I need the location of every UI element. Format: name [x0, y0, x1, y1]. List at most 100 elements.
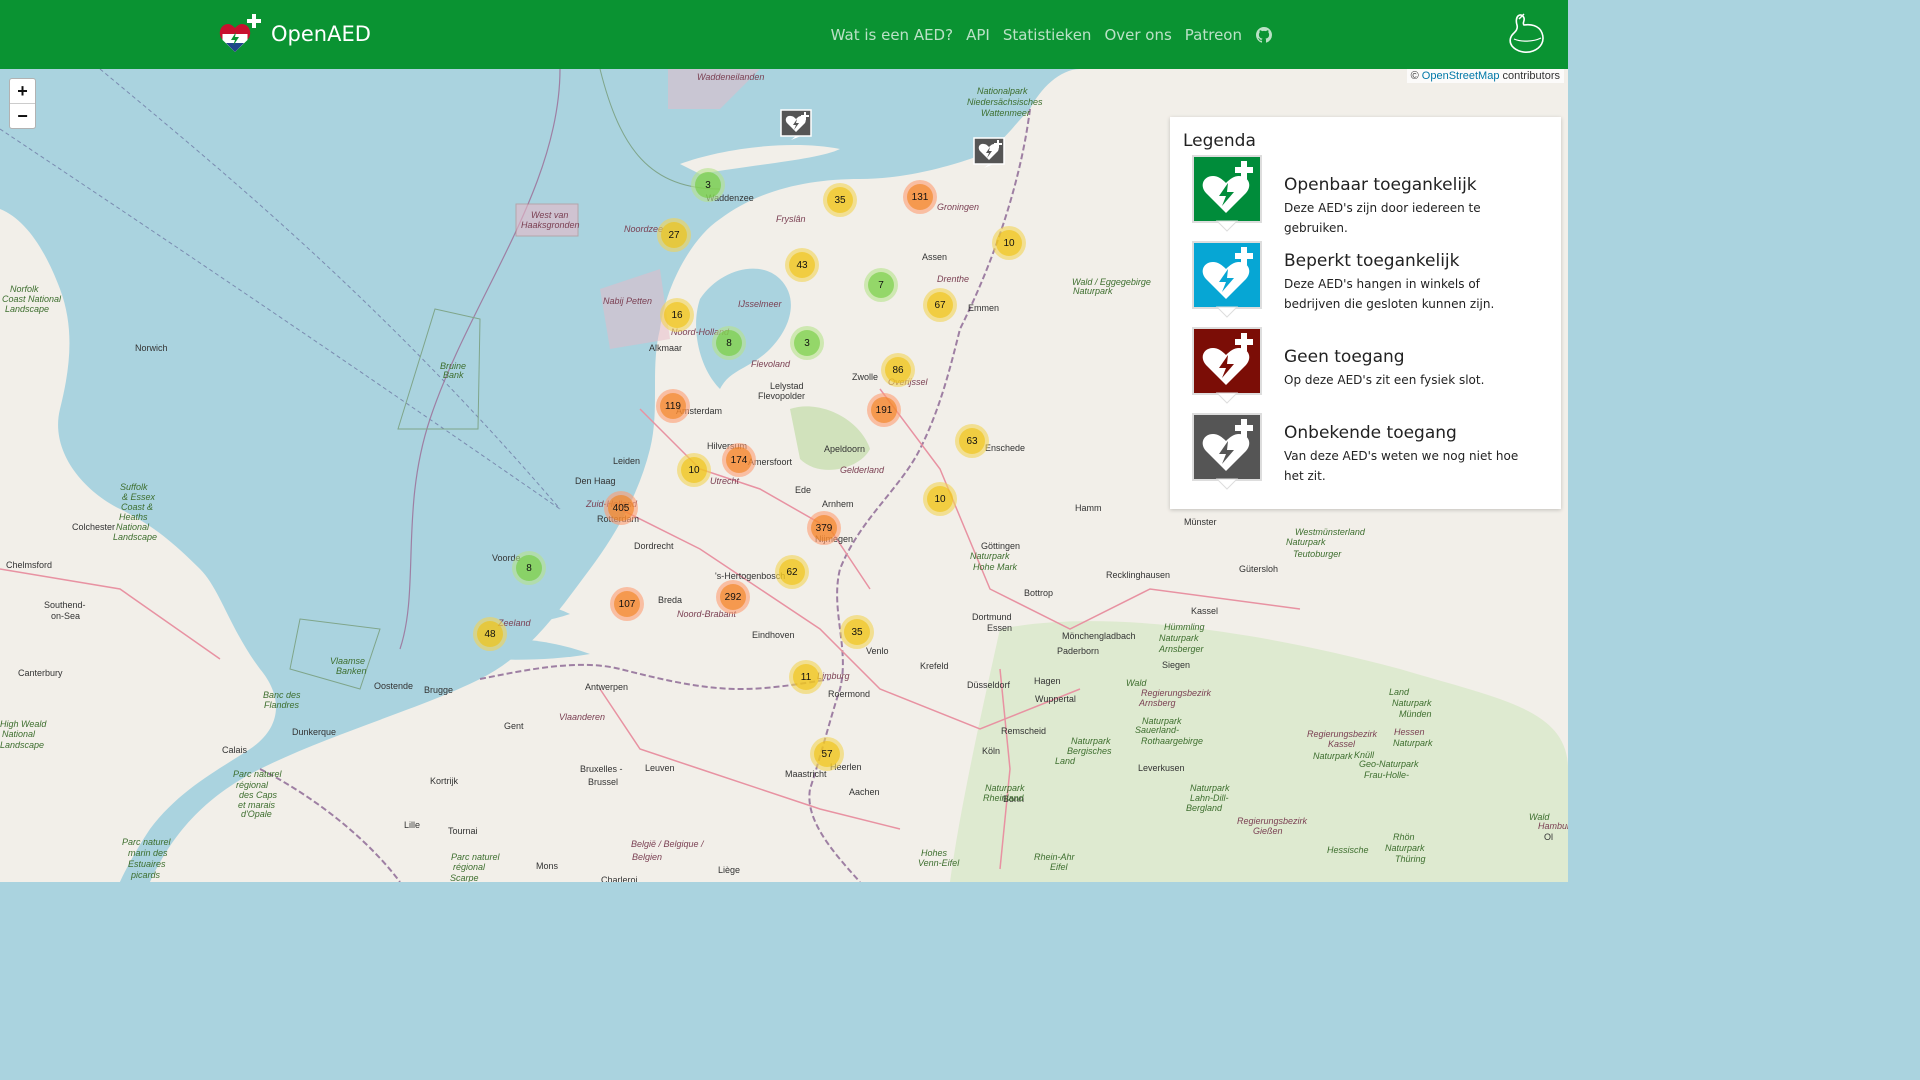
cluster-marker[interactable]: 63	[955, 424, 989, 458]
cluster-marker[interactable]: 7	[864, 268, 898, 302]
cluster-count: 16	[664, 302, 690, 328]
cluster-marker[interactable]: 43	[785, 248, 819, 282]
cluster-count: 10	[681, 457, 707, 483]
brand[interactable]: OpenAED	[218, 12, 371, 56]
cluster-marker[interactable]: 107	[610, 587, 644, 621]
cluster-marker[interactable]: 174	[722, 443, 756, 477]
cluster-count: 62	[779, 559, 805, 585]
cluster-marker[interactable]: 131	[903, 180, 937, 214]
cluster-marker[interactable]: 11	[789, 660, 823, 694]
place-label: Eifel	[1050, 862, 1068, 872]
cluster-count: 43	[789, 252, 815, 278]
cluster-marker[interactable]: 3	[691, 168, 725, 202]
cluster-marker[interactable]: 57	[810, 737, 844, 771]
cluster-count: 86	[885, 357, 911, 383]
cluster-count: 131	[907, 184, 933, 210]
nav-link-api[interactable]: API	[966, 26, 990, 44]
cluster-marker[interactable]: 67	[923, 288, 957, 322]
place-label: Geo-Naturpark	[1359, 759, 1419, 769]
nav-link-statistieken[interactable]: Statistieken	[1003, 26, 1092, 44]
map[interactable]: © OpenStreetMap contributors + − Waddene…	[0, 69, 1568, 882]
place-label: Mons	[536, 861, 559, 871]
cluster-count: 63	[959, 428, 985, 454]
place-label: Regierungsbezirk	[1237, 816, 1308, 826]
cluster-marker[interactable]: 35	[840, 615, 874, 649]
place-label: Westmünsterland	[1295, 527, 1365, 537]
place-label: Köln	[982, 746, 1001, 756]
zoom-out-button[interactable]: −	[10, 104, 35, 128]
cluster-marker[interactable]: 27	[657, 218, 691, 252]
cluster-marker[interactable]: 3	[790, 326, 824, 360]
place-label: Brussel	[588, 777, 619, 787]
cluster-marker[interactable]: 379	[807, 511, 841, 545]
aed-limited-icon	[1192, 241, 1262, 318]
nav-link-patreon[interactable]: Patreon	[1185, 26, 1242, 44]
legend-item-unknown: Onbekende toegang Van deze AED's weten w…	[1192, 413, 1552, 497]
place-label: Venlo	[866, 646, 889, 656]
place-label: régional	[453, 862, 486, 872]
place-label: Gelderland	[840, 465, 885, 475]
place-label: Southend-	[44, 600, 86, 610]
legend-item-title: Onbekende toegang	[1284, 423, 1457, 443]
place-label: Den Haag	[575, 476, 616, 486]
cluster-marker[interactable]: 8	[712, 326, 746, 360]
nav-link-wat-is-een-aed[interactable]: Wat is een AED?	[831, 26, 953, 44]
cluster-marker[interactable]: 405	[604, 491, 638, 525]
place-label: Alkmaar	[649, 343, 683, 353]
place-label: Leiden	[613, 456, 641, 466]
place-label: Banc des	[263, 690, 301, 700]
cluster-marker[interactable]: 10	[923, 482, 957, 516]
place-label: Apeldoorn	[824, 444, 866, 454]
place-label: Roermond	[828, 689, 871, 699]
place-label: des Caps	[239, 790, 278, 800]
cluster-marker[interactable]: 48	[473, 617, 507, 651]
cluster-count: 48	[477, 621, 503, 647]
place-label: Kortrijk	[430, 776, 459, 786]
cluster-marker[interactable]: 191	[867, 393, 901, 427]
place-label: Düsseldorf	[967, 680, 1011, 690]
place-label: Gießen	[1253, 826, 1283, 836]
place-label: Wattenmeer	[981, 108, 1030, 118]
cluster-marker[interactable]: 62	[775, 555, 809, 589]
place-label: Gütersloh	[1239, 564, 1279, 574]
aed-marker-unknown[interactable]	[973, 137, 1005, 171]
legend-item-title: Openbaar toegankelijk	[1284, 175, 1477, 195]
place-label: Mönchengladbach	[1062, 631, 1136, 641]
cluster-marker[interactable]: 8	[512, 551, 546, 585]
aed-marker-unknown[interactable]	[780, 109, 812, 143]
place-label: régional	[236, 780, 269, 790]
cluster-marker[interactable]: 292	[716, 580, 750, 614]
place-label: Hohe Mark	[973, 562, 1018, 572]
openstreetmap-link[interactable]: OpenStreetMap	[1422, 70, 1500, 82]
cluster-count: 7	[868, 272, 894, 298]
cluster-marker[interactable]: 10	[992, 226, 1026, 260]
ukraine-ribbon-icon[interactable]	[1506, 12, 1546, 56]
place-label: Hamburg	[1538, 821, 1568, 831]
place-label: Bergland	[1186, 803, 1223, 813]
place-label: Norfolk	[10, 284, 39, 294]
place-label: Nabij Petten	[603, 296, 653, 306]
zoom-in-button[interactable]: +	[10, 79, 35, 104]
place-label: Colchester	[72, 522, 116, 532]
place-label: Canterbury	[18, 668, 63, 678]
place-label: Siegen	[1162, 660, 1191, 670]
place-label: Lahn-Dill-	[1190, 793, 1229, 803]
place-label: Vlaamse	[330, 656, 366, 666]
legend-item-description: Deze AED's hangen in winkels of bedrijve…	[1284, 277, 1495, 311]
legend-item-no-access: Geen toegang Op deze AED's zit een fysie…	[1192, 327, 1552, 411]
place-label: Dortmund	[972, 612, 1012, 622]
cluster-marker[interactable]: 119	[656, 389, 690, 423]
place-label: Suffolk	[120, 482, 148, 492]
place-label: Wuppertal	[1035, 694, 1076, 704]
cluster-marker[interactable]: 10	[677, 453, 711, 487]
cluster-marker[interactable]: 16	[660, 298, 694, 332]
nav-link-over-ons[interactable]: Over ons	[1104, 26, 1171, 44]
cluster-marker[interactable]: 86	[881, 353, 915, 387]
cluster-count: 57	[814, 741, 840, 767]
place-label: Naturpark	[1071, 736, 1111, 746]
place-label: Zwolle	[852, 372, 879, 382]
place-label: Aachen	[849, 787, 880, 797]
github-icon[interactable]	[1256, 26, 1272, 43]
cluster-marker[interactable]: 35	[823, 183, 857, 217]
legend-item-title: Beperkt toegankelijk	[1284, 251, 1460, 271]
